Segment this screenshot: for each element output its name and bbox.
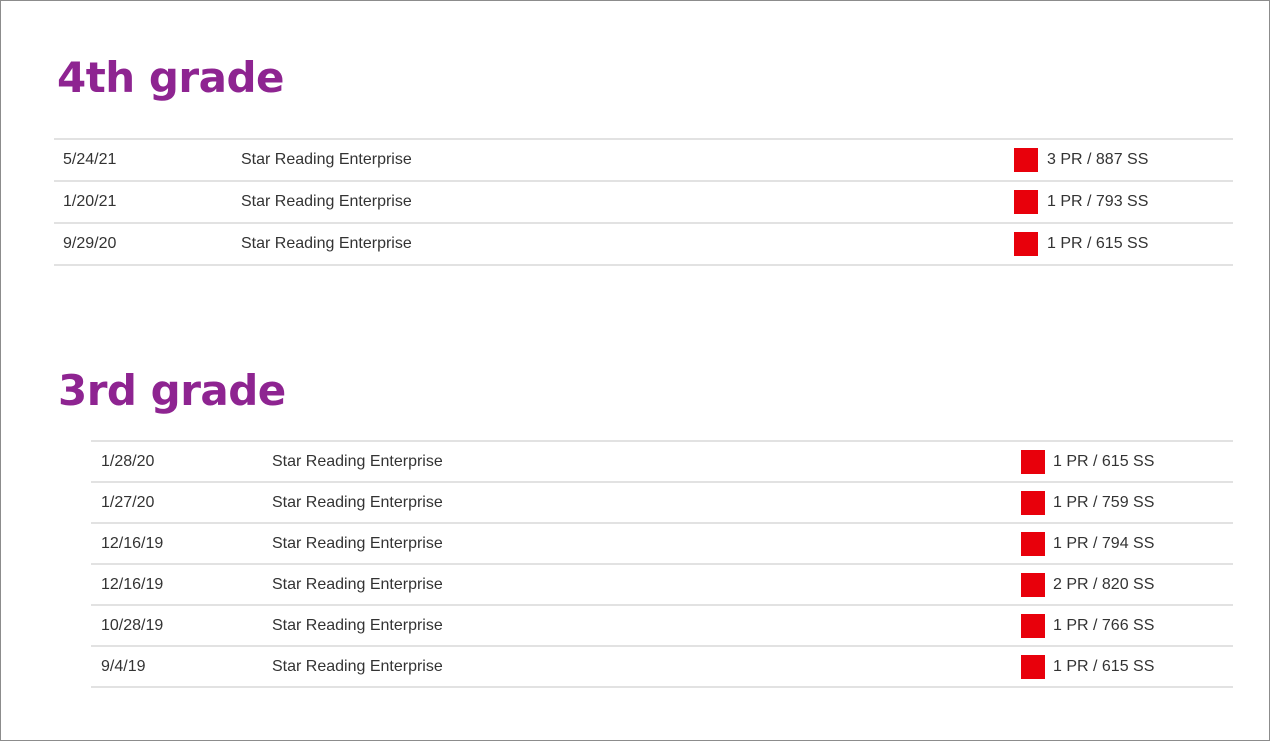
test-name: Star Reading Enterprise — [272, 657, 443, 675]
table-row: 9/29/20 Star Reading Enterprise 1 PR / 6… — [54, 224, 1233, 266]
benchmark-status-swatch — [1021, 572, 1045, 597]
score-value: 1 PR / 793 SS — [1047, 193, 1149, 210]
benchmark-status-swatch — [1014, 148, 1038, 172]
table-row: 1/28/20 Star Reading Enterprise 1 PR / 6… — [91, 442, 1233, 483]
table-row: 10/28/19 Star Reading Enterprise 1 PR / … — [91, 606, 1233, 647]
score-value: 1 PR / 766 SS — [1053, 616, 1155, 634]
score-value: 1 PR / 759 SS — [1053, 493, 1155, 511]
score-table-4th-grade: 5/24/21 Star Reading Enterprise 3 PR / 8… — [54, 138, 1233, 266]
test-name: Star Reading Enterprise — [241, 235, 412, 252]
score-value: 1 PR / 794 SS — [1053, 534, 1155, 552]
test-date: 5/24/21 — [63, 151, 117, 168]
benchmark-status-swatch — [1021, 449, 1045, 474]
benchmark-status-swatch — [1014, 232, 1038, 256]
section-heading-3rd-grade: 3rd grade — [58, 366, 286, 415]
table-row: 1/27/20 Star Reading Enterprise 1 PR / 7… — [91, 483, 1233, 524]
test-name: Star Reading Enterprise — [272, 534, 443, 552]
score-value: 3 PR / 887 SS — [1047, 151, 1149, 168]
report-panel: 4th grade 5/24/21 Star Reading Enterpris… — [0, 0, 1270, 741]
score-table-3rd-grade: 1/28/20 Star Reading Enterprise 1 PR / 6… — [91, 440, 1233, 688]
test-date: 10/28/19 — [101, 616, 164, 634]
benchmark-status-swatch — [1021, 613, 1045, 638]
test-name: Star Reading Enterprise — [272, 493, 443, 511]
test-name: Star Reading Enterprise — [241, 193, 412, 210]
score-value: 1 PR / 615 SS — [1047, 235, 1149, 252]
test-date: 12/16/19 — [101, 575, 164, 593]
benchmark-status-swatch — [1021, 531, 1045, 556]
table-row: 9/4/19 Star Reading Enterprise 1 PR / 61… — [91, 647, 1233, 688]
score-value: 1 PR / 615 SS — [1053, 452, 1155, 470]
section-heading-4th-grade: 4th grade — [57, 53, 285, 102]
test-date: 1/20/21 — [63, 193, 117, 210]
test-date: 9/29/20 — [63, 235, 117, 252]
benchmark-status-swatch — [1021, 654, 1045, 679]
test-date: 12/16/19 — [101, 534, 164, 552]
test-name: Star Reading Enterprise — [272, 575, 443, 593]
test-date: 1/28/20 — [101, 452, 155, 470]
table-row: 12/16/19 Star Reading Enterprise 2 PR / … — [91, 565, 1233, 606]
table-row: 5/24/21 Star Reading Enterprise 3 PR / 8… — [54, 140, 1233, 182]
test-name: Star Reading Enterprise — [241, 151, 412, 168]
score-value: 2 PR / 820 SS — [1053, 575, 1155, 593]
test-date: 1/27/20 — [101, 493, 155, 511]
score-value: 1 PR / 615 SS — [1053, 657, 1155, 675]
benchmark-status-swatch — [1014, 190, 1038, 214]
test-name: Star Reading Enterprise — [272, 452, 443, 470]
table-row: 1/20/21 Star Reading Enterprise 1 PR / 7… — [54, 182, 1233, 224]
test-date: 9/4/19 — [101, 657, 146, 675]
table-row: 12/16/19 Star Reading Enterprise 1 PR / … — [91, 524, 1233, 565]
benchmark-status-swatch — [1021, 490, 1045, 515]
test-name: Star Reading Enterprise — [272, 616, 443, 634]
